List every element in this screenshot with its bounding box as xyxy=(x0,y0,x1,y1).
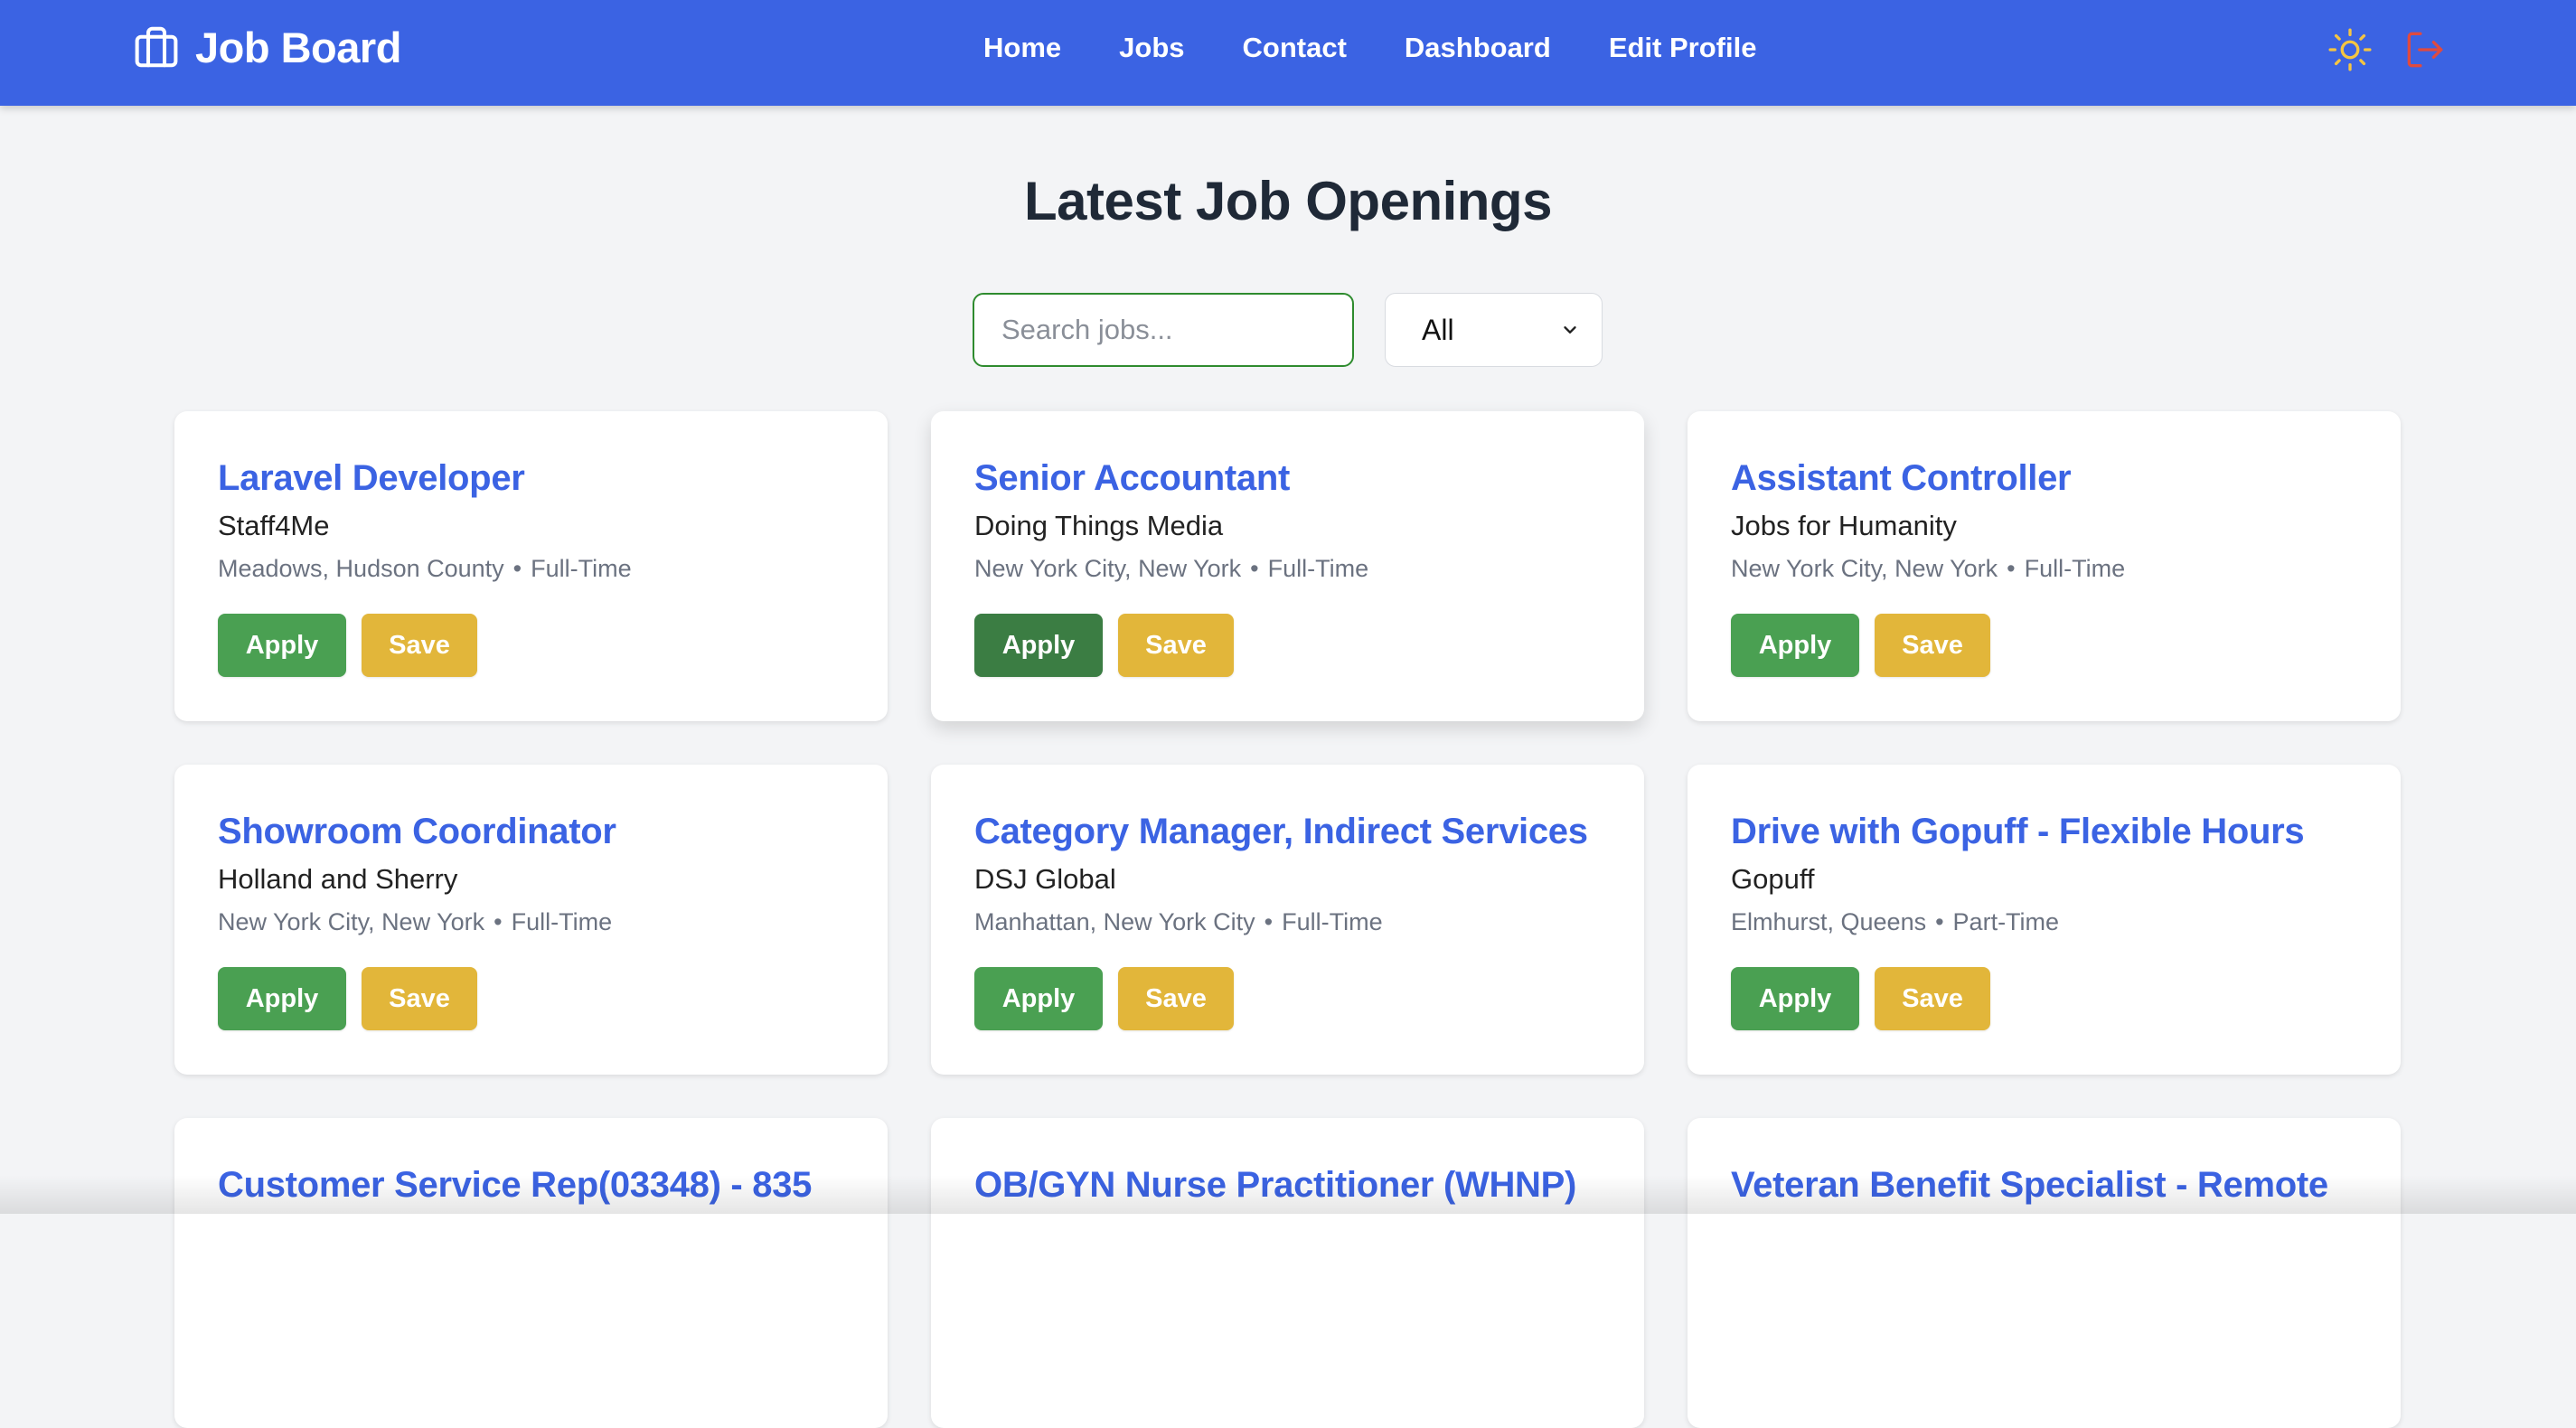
brand[interactable]: Job Board xyxy=(132,20,401,74)
separator-dot: • xyxy=(1935,908,1944,935)
job-actions: Apply Save xyxy=(1731,967,1990,1030)
main-nav: Home Jobs Contact Dashboard Edit Profile xyxy=(983,27,1756,69)
separator-dot: • xyxy=(512,555,522,582)
job-card: Veteran Benefit Specialist - Remote xyxy=(1688,1118,2401,1428)
apply-button[interactable]: Apply xyxy=(1731,614,1859,677)
nav-jobs[interactable]: Jobs xyxy=(1119,32,1184,64)
job-title[interactable]: Showroom Coordinator xyxy=(218,812,844,852)
job-company: Staff4Me xyxy=(218,510,330,541)
job-type: Part-Time xyxy=(1952,908,2060,935)
job-title[interactable]: Assistant Controller xyxy=(1731,458,2357,499)
job-actions: Apply Save xyxy=(218,614,477,677)
job-title[interactable]: Category Manager, Indirect Services xyxy=(974,812,1601,852)
job-card: Laravel Developer Staff4Me Meadows, Huds… xyxy=(174,411,888,721)
job-card: Drive with Gopuff - Flexible Hours Gopuf… xyxy=(1688,765,2401,1075)
job-location: New York City, New York xyxy=(1731,555,1998,582)
job-meta: New York City, New York • Full-Time xyxy=(974,555,1601,583)
job-company: DSJ Global xyxy=(974,863,1116,895)
job-title[interactable]: Customer Service Rep(03348) - 835 xyxy=(218,1165,844,1206)
logout-icon[interactable] xyxy=(2402,27,2447,72)
job-company: Gopuff xyxy=(1731,863,1815,895)
job-actions: Apply Save xyxy=(1731,614,1990,677)
nav-contact[interactable]: Contact xyxy=(1243,32,1347,64)
apply-button[interactable]: Apply xyxy=(974,614,1103,677)
apply-button[interactable]: Apply xyxy=(218,614,346,677)
job-type: Full-Time xyxy=(511,908,613,935)
job-title[interactable]: Senior Accountant xyxy=(974,458,1601,499)
save-button[interactable]: Save xyxy=(362,614,477,677)
search-input[interactable] xyxy=(973,293,1354,367)
job-card: Customer Service Rep(03348) - 835 xyxy=(174,1118,888,1428)
job-meta: Manhattan, New York City • Full-Time xyxy=(974,908,1601,936)
job-card: OB/GYN Nurse Practitioner (WHNP) xyxy=(931,1118,1644,1428)
job-title[interactable]: Drive with Gopuff - Flexible Hours xyxy=(1731,812,2357,852)
separator-dot: • xyxy=(1250,555,1259,582)
save-button[interactable]: Save xyxy=(1118,614,1234,677)
job-actions: Apply Save xyxy=(218,967,477,1030)
job-type: Full-Time xyxy=(1282,908,1383,935)
job-company: Jobs for Humanity xyxy=(1731,510,1957,541)
job-title[interactable]: Veteran Benefit Specialist - Remote xyxy=(1731,1165,2357,1206)
job-card: Showroom Coordinator Holland and Sherry … xyxy=(174,765,888,1075)
job-actions: Apply Save xyxy=(974,967,1234,1030)
job-card: Category Manager, Indirect Services DSJ … xyxy=(931,765,1644,1075)
job-location: Manhattan, New York City xyxy=(974,908,1255,935)
filter-selected-value: All xyxy=(1422,313,1454,346)
job-title[interactable]: OB/GYN Nurse Practitioner (WHNP) xyxy=(974,1165,1601,1206)
job-type-filter[interactable]: All xyxy=(1385,293,1603,367)
apply-button[interactable]: Apply xyxy=(218,967,346,1030)
job-list: Laravel Developer Staff4Me Meadows, Huds… xyxy=(174,411,2402,1428)
job-meta: Elmhurst, Queens • Part-Time xyxy=(1731,908,2357,936)
nav-home[interactable]: Home xyxy=(983,32,1061,64)
job-location: Elmhurst, Queens xyxy=(1731,908,1927,935)
top-navbar: Job Board Home Jobs Contact Dashboard Ed… xyxy=(0,0,2576,106)
job-location: New York City, New York xyxy=(974,555,1242,582)
job-location: Meadows, Hudson County xyxy=(218,555,504,582)
chevron-down-icon xyxy=(1564,326,1576,334)
job-company: Holland and Sherry xyxy=(218,863,458,895)
job-company: Doing Things Media xyxy=(974,510,1224,541)
job-actions: Apply Save xyxy=(974,614,1234,677)
job-meta: Meadows, Hudson County • Full-Time xyxy=(218,555,844,583)
nav-dashboard[interactable]: Dashboard xyxy=(1405,32,1551,64)
job-meta: New York City, New York • Full-Time xyxy=(218,908,844,936)
sun-icon[interactable] xyxy=(2327,27,2373,72)
save-button[interactable]: Save xyxy=(1875,614,1990,677)
job-title[interactable]: Laravel Developer xyxy=(218,458,844,499)
apply-button[interactable]: Apply xyxy=(1731,967,1859,1030)
job-meta: New York City, New York • Full-Time xyxy=(1731,555,2357,583)
nav-edit-profile[interactable]: Edit Profile xyxy=(1609,32,1757,64)
save-button[interactable]: Save xyxy=(1875,967,1990,1030)
save-button[interactable]: Save xyxy=(1118,967,1234,1030)
separator-dot: • xyxy=(494,908,503,935)
job-card: Senior Accountant Doing Things Media New… xyxy=(931,411,1644,721)
apply-button[interactable]: Apply xyxy=(974,967,1103,1030)
briefcase-icon xyxy=(135,26,178,68)
job-type: Full-Time xyxy=(1267,555,1369,582)
brand-title: Job Board xyxy=(195,23,401,71)
separator-dot: • xyxy=(2007,555,2016,582)
page-title: Latest Job Openings xyxy=(1024,171,1552,231)
job-type: Full-Time xyxy=(531,555,632,582)
save-button[interactable]: Save xyxy=(362,967,477,1030)
job-location: New York City, New York xyxy=(218,908,485,935)
job-card: Assistant Controller Jobs for Humanity N… xyxy=(1688,411,2401,721)
separator-dot: • xyxy=(1264,908,1274,935)
job-type: Full-Time xyxy=(2024,555,2126,582)
